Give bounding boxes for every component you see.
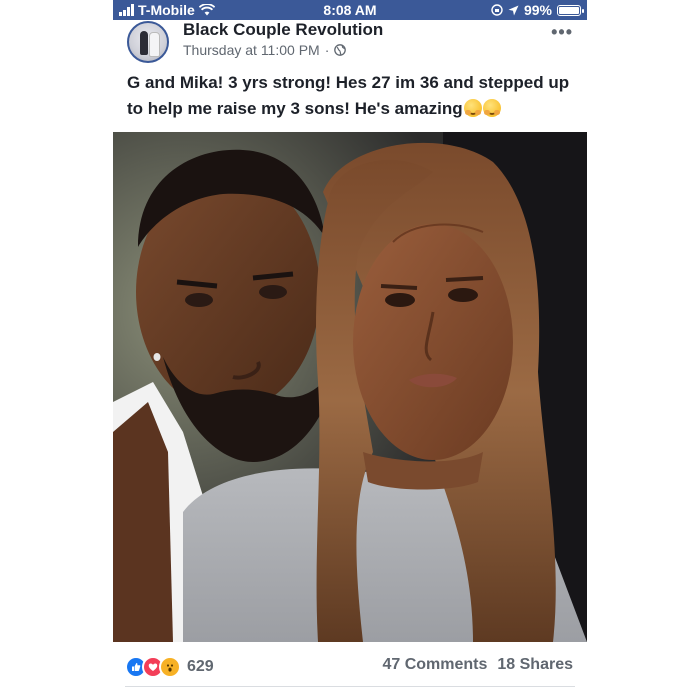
location-arrow-icon [508, 5, 519, 15]
wow-icon [159, 656, 181, 678]
battery-percent: 99% [523, 2, 552, 18]
hugging-face-emoji [463, 99, 482, 117]
reactions-summary[interactable]: 629 [125, 656, 214, 678]
caption-text: G and Mika! 3 yrs strong! Hes 27 im 36 a… [127, 73, 570, 118]
battery-icon [557, 4, 584, 16]
more-options-button[interactable]: ••• [551, 22, 573, 43]
footer-divider [125, 686, 575, 687]
post-caption: G and Mika! 3 yrs strong! Hes 27 im 36 a… [127, 70, 577, 122]
post-photo[interactable] [113, 132, 587, 642]
page-name-link[interactable]: Black Couple Revolution [183, 20, 383, 40]
shares-count-link[interactable]: 18 Shares [497, 656, 573, 674]
orientation-lock-icon [491, 4, 503, 16]
globe-icon [334, 44, 347, 56]
status-bar: T-Mobile 8:08 AM 99% [113, 0, 587, 20]
comments-count-link[interactable]: 47 Comments [382, 656, 487, 674]
post-meta: Thursday at 11:00 PM · [183, 42, 347, 58]
battery-fill [559, 6, 579, 14]
facebook-post-screenshot: T-Mobile 8:08 AM 99% Black Couple Revolu… [113, 0, 587, 700]
reaction-icons [125, 656, 181, 678]
avatar-figure-left [140, 31, 148, 55]
post-timestamp[interactable]: Thursday at 11:00 PM [183, 42, 320, 58]
status-bar-right: 99% [491, 2, 584, 18]
couple-selfie-illustration [113, 132, 587, 642]
hugging-face-emoji [482, 99, 501, 117]
engagement-counts: 47 Comments 18 Shares [382, 656, 573, 674]
page-avatar[interactable] [127, 21, 169, 63]
reaction-count: 629 [187, 658, 214, 675]
meta-separator: · [324, 42, 330, 58]
avatar-figure-right [149, 32, 160, 57]
